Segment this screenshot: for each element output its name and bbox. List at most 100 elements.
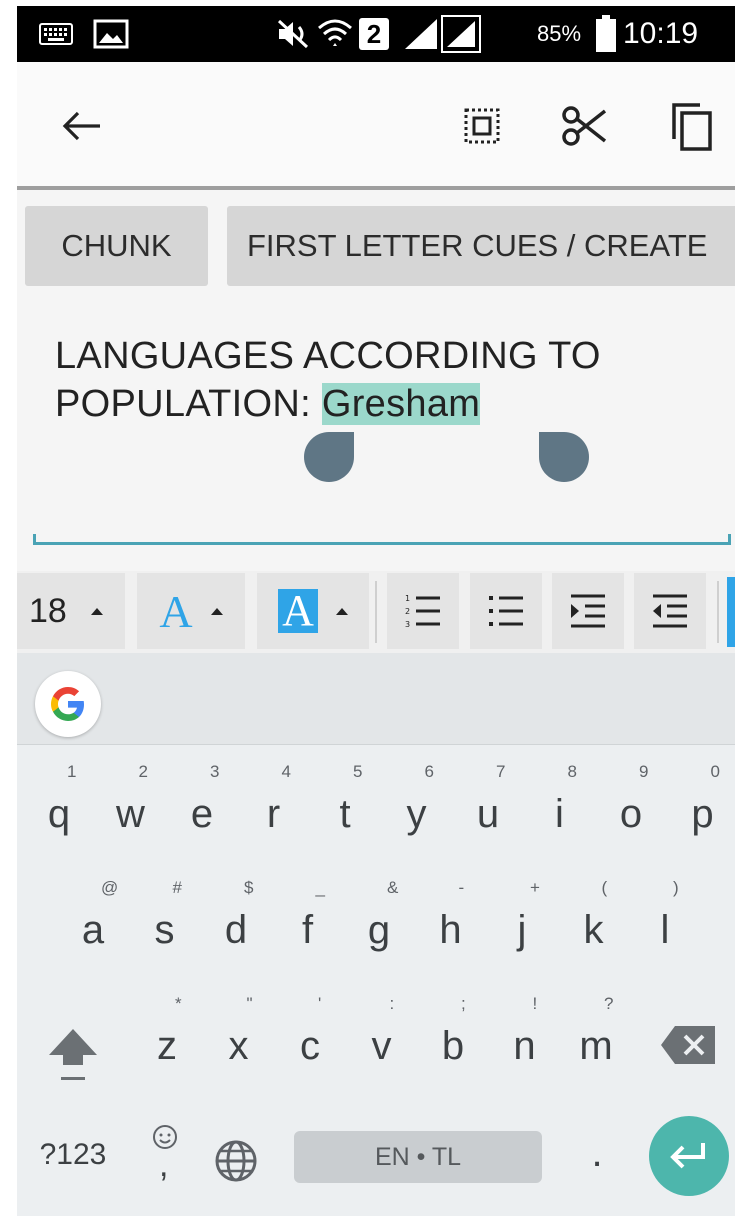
arrow-left-icon (62, 111, 100, 141)
key-h[interactable]: h (426, 908, 476, 953)
underline-right-tick (728, 534, 731, 545)
toolbar-divider (375, 581, 377, 643)
editor-underline (33, 542, 731, 545)
shift-icon (49, 1029, 97, 1080)
key-a[interactable]: a (68, 908, 118, 953)
numbered-list-icon: 1 2 3 (405, 594, 440, 629)
emoji-comma-key[interactable]: , (145, 1124, 185, 1184)
key-hint-i: 8 (567, 762, 577, 781)
key-hint-b: ; (461, 994, 466, 1013)
key-hint-g: & (387, 878, 399, 897)
copy-icon (672, 103, 712, 151)
key-p[interactable]: p (678, 792, 728, 837)
editor-content[interactable]: LANGUAGES ACCORDING TO POPULATION: Gresh… (55, 332, 601, 428)
shift-key[interactable] (45, 1021, 105, 1085)
clock: 10:19 (623, 17, 699, 50)
key-w[interactable]: w (106, 792, 156, 837)
symbols-key[interactable]: ?123 (33, 1138, 113, 1172)
key-e[interactable]: e (177, 792, 227, 837)
key-v[interactable]: v (357, 1024, 407, 1069)
text-color-icon: A (159, 585, 193, 637)
select-all-icon (464, 108, 500, 144)
chunk-button[interactable]: CHUNK (25, 206, 208, 286)
toolbar-overflow-item[interactable] (727, 577, 735, 647)
key-t[interactable]: t (320, 792, 370, 837)
keyboard-icon (39, 6, 73, 62)
selection-start-handle[interactable] (304, 432, 354, 482)
outdent-button[interactable] (634, 573, 706, 649)
highlight-color-dropdown[interactable]: A (257, 573, 369, 649)
key-hint-c: ' (318, 994, 322, 1013)
space-bar[interactable]: EN • TL (294, 1131, 542, 1183)
editor-line-1: LANGUAGES ACCORDING TO (55, 335, 601, 377)
globe-icon (215, 1140, 257, 1182)
select-all-button[interactable] (447, 62, 517, 190)
key-hint-v: : (389, 994, 395, 1013)
signal-icon-2 (441, 6, 481, 62)
selection-end-handle[interactable] (539, 432, 589, 482)
key-q[interactable]: q (34, 792, 84, 837)
key-x[interactable]: x (214, 1024, 264, 1069)
key-hint-m: ? (604, 994, 614, 1013)
underline-left-tick (33, 534, 36, 545)
backspace-icon (661, 1026, 715, 1064)
back-button[interactable] (47, 62, 117, 190)
app-screen: 2 85% 10:19 CHUNK FIRST LETTER CUES / CR… (17, 6, 735, 1216)
key-g[interactable]: g (354, 908, 404, 953)
first-letter-cues-button[interactable]: FIRST LETTER CUES / CREATE (227, 206, 735, 286)
key-hint-n: ! (532, 994, 538, 1013)
key-hint-s: # (172, 878, 182, 897)
key-hint-w: 2 (138, 762, 148, 781)
outdent-icon (653, 594, 687, 628)
text-editor[interactable]: LANGUAGES ACCORDING TO POPULATION: Gresh… (17, 302, 735, 552)
format-toolbar: 18 A A 1 2 3 (17, 571, 735, 653)
font-size-dropdown[interactable]: 18 (17, 573, 125, 649)
key-hint-k: ( (601, 878, 608, 897)
key-hint-r: 4 (281, 762, 291, 781)
key-b[interactable]: b (428, 1024, 478, 1069)
language-key[interactable] (213, 1138, 263, 1188)
key-n[interactable]: n (500, 1024, 550, 1069)
key-hint-h: - (458, 878, 465, 897)
indent-icon (571, 594, 605, 628)
bullet-list-button[interactable] (470, 573, 542, 649)
image-icon (93, 6, 129, 62)
sim-badge: 2 (359, 6, 389, 62)
text-color-dropdown[interactable]: A (137, 573, 245, 649)
svg-text:2: 2 (405, 607, 410, 616)
key-o[interactable]: o (606, 792, 656, 837)
indent-button[interactable] (552, 573, 624, 649)
key-z[interactable]: z (142, 1024, 192, 1069)
google-button[interactable] (35, 671, 101, 737)
key-hint-u: 7 (496, 762, 506, 781)
key-hint-d: $ (244, 878, 254, 897)
key-m[interactable]: m (571, 1024, 621, 1069)
key-l[interactable]: l (640, 908, 690, 953)
period-key[interactable]: . (582, 1131, 612, 1176)
key-hint-x: " (246, 994, 253, 1013)
key-s[interactable]: s (140, 908, 190, 953)
key-u[interactable]: u (463, 792, 513, 837)
toolbar-divider-2 (717, 581, 719, 643)
key-r[interactable]: r (249, 792, 299, 837)
key-f[interactable]: f (283, 908, 333, 953)
key-j[interactable]: j (497, 908, 547, 953)
key-hint-z: * (175, 994, 182, 1013)
numbered-list-button[interactable]: 1 2 3 (387, 573, 459, 649)
key-d[interactable]: d (211, 908, 261, 953)
key-i[interactable]: i (535, 792, 585, 837)
battery-icon (595, 6, 617, 62)
copy-button[interactable] (657, 62, 727, 190)
selected-text: Gresham (321, 383, 481, 425)
cut-button[interactable] (549, 62, 619, 190)
enter-key[interactable] (649, 1116, 729, 1196)
key-hint-e: 3 (210, 762, 220, 781)
key-k[interactable]: k (569, 908, 619, 953)
key-hint-j: + (530, 878, 540, 897)
key-y[interactable]: y (392, 792, 442, 837)
key-hint-q: 1 (67, 762, 77, 781)
mute-icon (275, 6, 311, 62)
key-c[interactable]: c (285, 1024, 335, 1069)
backspace-key[interactable] (659, 1024, 721, 1068)
key-hint-a: @ (101, 878, 119, 897)
